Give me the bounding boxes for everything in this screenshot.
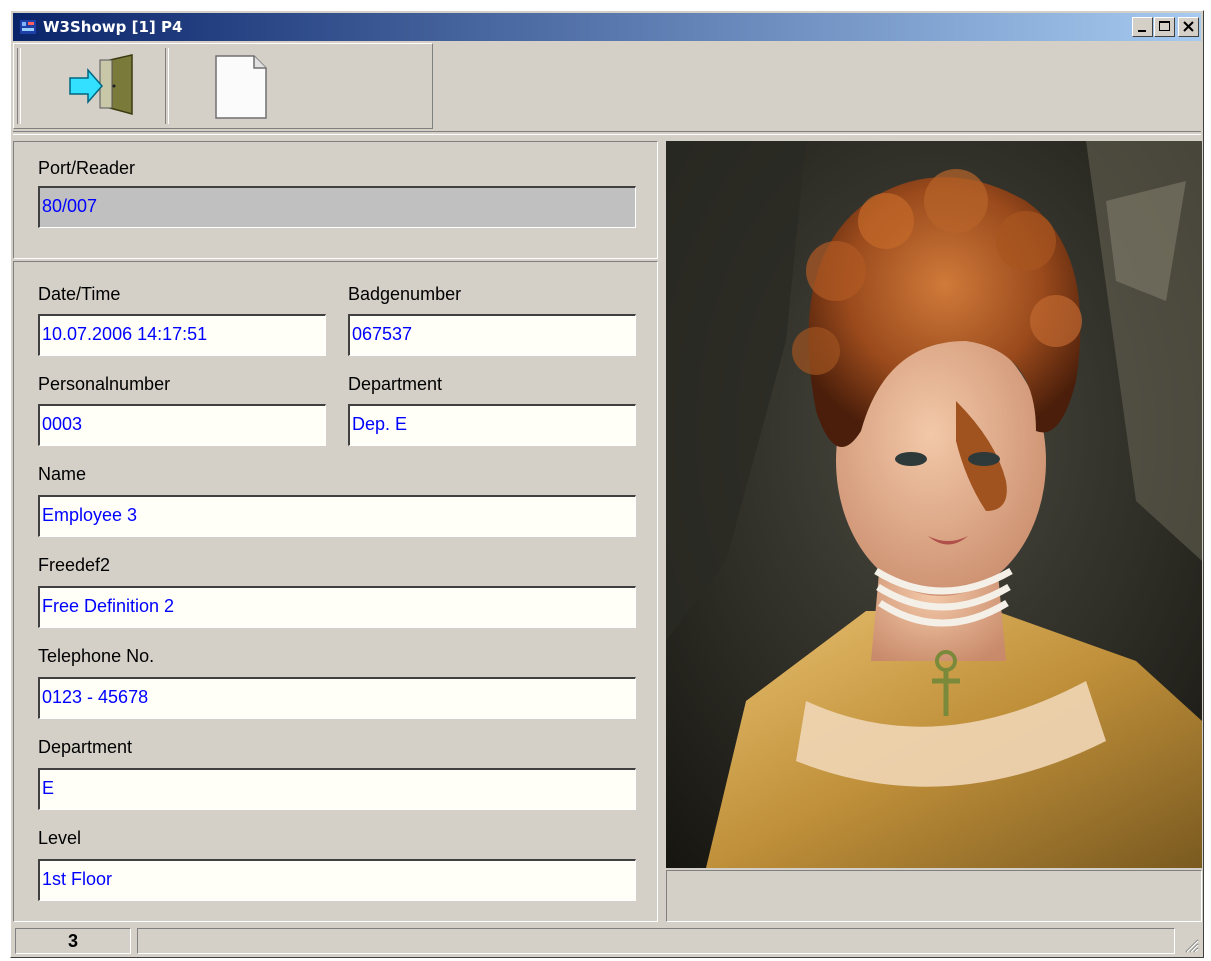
name-label: Name <box>38 464 87 484</box>
badgenumber-field[interactable]: 067537 <box>348 314 636 356</box>
exit-button[interactable] <box>32 48 152 124</box>
date-time-field[interactable]: 10.07.2006 14:17:51 <box>38 314 326 356</box>
close-icon <box>1183 21 1194 32</box>
badgenumber-label: Badgenumber <box>348 284 462 304</box>
status-count: 3 <box>15 928 131 954</box>
toolbar-separator <box>17 48 21 124</box>
photo-caption-area <box>666 870 1202 922</box>
new-document-icon <box>215 55 267 119</box>
port-reader-panel: Port/Reader 80/007 <box>13 141 658 259</box>
employee-photo <box>666 141 1202 868</box>
new-document-button[interactable] <box>174 48 294 124</box>
department-field[interactable]: E <box>38 768 636 810</box>
telephone-field[interactable]: 0123 - 45678 <box>38 677 636 719</box>
name-field[interactable]: Employee 3 <box>38 495 636 537</box>
title-bar[interactable]: W3Showp [1] P4 <box>13 13 1201 41</box>
department-short-field[interactable]: Dep. E <box>348 404 636 446</box>
personalnumber-field[interactable]: 0003 <box>38 404 326 446</box>
minimize-button[interactable] <box>1132 17 1153 37</box>
level-field[interactable]: 1st Floor <box>38 859 636 901</box>
maximize-icon <box>1159 21 1170 31</box>
status-bar: 3 <box>13 925 1201 955</box>
freedef2-field[interactable]: Free Definition 2 <box>38 586 636 628</box>
port-reader-label: Port/Reader <box>38 158 136 178</box>
minimize-icon <box>1138 30 1146 32</box>
department-label: Department <box>38 737 133 757</box>
close-button[interactable] <box>1178 17 1199 37</box>
freedef2-label: Freedef2 <box>38 555 111 575</box>
app-icon <box>20 20 36 34</box>
main-window: W3Showp [1] P4 Port/Reader 80/007 Date/T… <box>10 10 1204 958</box>
resize-grip-icon[interactable] <box>1181 935 1199 953</box>
details-panel: Date/Time 10.07.2006 14:17:51 Badgenumbe… <box>13 261 658 922</box>
exit-door-icon <box>69 54 133 115</box>
date-time-label: Date/Time <box>38 284 121 304</box>
department-short-label: Department <box>348 374 443 394</box>
toolbar <box>13 43 433 129</box>
toolbar-separator <box>165 48 169 124</box>
window-title: W3Showp [1] P4 <box>43 18 183 36</box>
status-message <box>137 928 1175 954</box>
level-label: Level <box>38 828 82 848</box>
toolbar-divider <box>13 131 1201 135</box>
personalnumber-label: Personalnumber <box>38 374 171 394</box>
employee-photo-image <box>666 141 1202 868</box>
port-reader-field: 80/007 <box>38 186 636 228</box>
maximize-button[interactable] <box>1154 17 1175 37</box>
telephone-label: Telephone No. <box>38 646 155 666</box>
